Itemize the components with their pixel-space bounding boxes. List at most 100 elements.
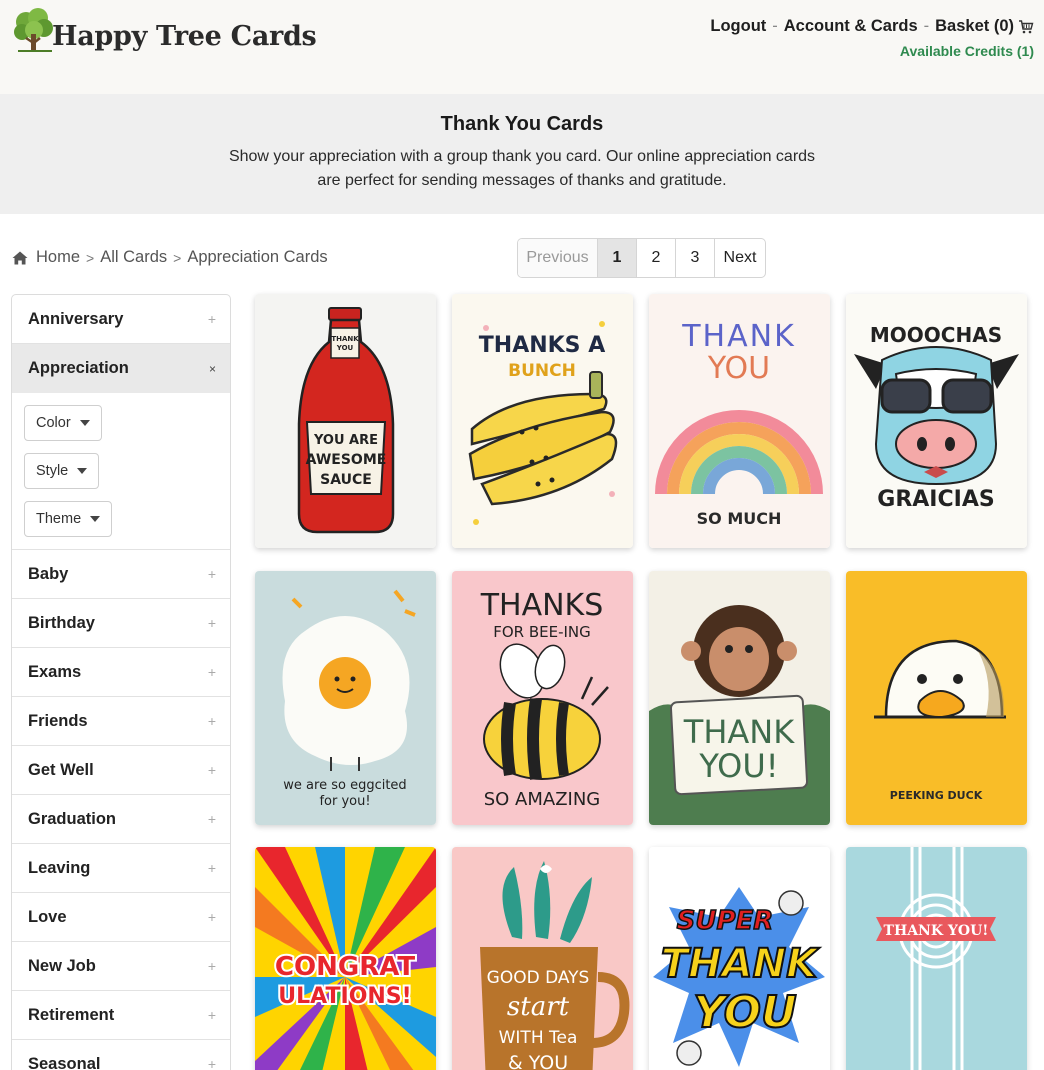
card-eggcited[interactable]: we are so eggcited for you!	[255, 571, 436, 825]
card-text: ULATIONS!	[278, 984, 411, 1009]
caret-down-icon	[77, 468, 88, 474]
breadcrumb-home[interactable]: Home	[36, 248, 80, 267]
sidebar-item-appreciation[interactable]: Appreciation ×	[12, 344, 230, 393]
card-text: & YOU	[508, 1052, 568, 1070]
expand-icon[interactable]: +	[208, 958, 216, 974]
pagination-page-2[interactable]: 2	[637, 239, 676, 277]
caret-down-icon	[79, 420, 90, 426]
card-illustration: THANK YOU YOU ARE AWESOME SAUCE	[255, 294, 436, 548]
sidebar-item-anniversary[interactable]: Anniversary +	[12, 295, 230, 344]
card-illustration: PEEKING DUCK	[846, 571, 1027, 825]
sidebar-item-label: Birthday	[28, 613, 95, 632]
sidebar-item-baby[interactable]: Baby +	[12, 550, 230, 599]
breadcrumb-all-cards[interactable]: All Cards	[100, 248, 167, 267]
sidebar-item-friends[interactable]: Friends +	[12, 697, 230, 746]
filter-label: Color	[36, 415, 71, 431]
basket-link[interactable]: Basket (0)	[935, 17, 1014, 36]
card-text: THANKS A	[479, 333, 605, 358]
sidebar-item-label: Friends	[28, 711, 88, 730]
sidebar-item-retirement[interactable]: Retirement +	[12, 991, 230, 1040]
sidebar-item-graduation[interactable]: Graduation +	[12, 795, 230, 844]
logo-text: Happy Tree Cards	[52, 21, 317, 52]
expand-icon[interactable]: +	[208, 713, 216, 729]
card-text: FOR BEE-ING	[493, 623, 591, 641]
chevron-right-icon: >	[173, 249, 182, 266]
sidebar-item-get-well[interactable]: Get Well +	[12, 746, 230, 795]
card-thanks-a-bunch[interactable]: THANKS A BUNCH	[452, 294, 633, 548]
card-text: THANK	[331, 335, 359, 343]
filter-style-dropdown[interactable]: Style	[24, 453, 100, 489]
sidebar-item-love[interactable]: Love +	[12, 893, 230, 942]
nav-separator: -	[923, 17, 930, 35]
expand-icon[interactable]: +	[208, 1056, 216, 1070]
card-text: AWESOME	[306, 452, 387, 468]
breadcrumb-current[interactable]: Appreciation Cards	[187, 248, 327, 267]
site-header: Happy Tree Cards Logout - Account & Card…	[0, 0, 1044, 94]
card-illustration: THANK YOU!	[649, 571, 830, 825]
card-text: YOU	[336, 344, 354, 352]
caret-down-icon	[90, 516, 101, 522]
expand-icon[interactable]: +	[208, 811, 216, 827]
card-moochas-graicias[interactable]: MOOOCHAS GRAICIAS	[846, 294, 1027, 548]
account-link[interactable]: Account & Cards	[784, 17, 918, 36]
card-illustration: CONGRAT ULATIONS!	[255, 847, 436, 1070]
sidebar-item-new-job[interactable]: New Job +	[12, 942, 230, 991]
page-description: Show your appreciation with a group than…	[228, 148, 816, 189]
expand-icon[interactable]: +	[208, 664, 216, 680]
sidebar-item-birthday[interactable]: Birthday +	[12, 599, 230, 648]
card-text: GOOD DAYS	[487, 968, 590, 988]
pagination-previous[interactable]: Previous	[518, 239, 598, 277]
card-awesome-sauce[interactable]: THANK YOU YOU ARE AWESOME SAUCE	[255, 294, 436, 548]
card-illustration: MOOOCHAS GRAICIAS	[846, 294, 1027, 548]
filter-color-dropdown[interactable]: Color	[24, 405, 102, 441]
sidebar-item-label: Retirement	[28, 1005, 115, 1024]
card-peeking-duck[interactable]: PEEKING DUCK	[846, 571, 1027, 825]
expand-icon[interactable]: +	[208, 909, 216, 925]
sidebar-item-exams[interactable]: Exams +	[12, 648, 230, 697]
collapse-icon[interactable]: ×	[209, 362, 216, 376]
card-thank-you-rainbow[interactable]: THANK YOU SO MUCH	[649, 294, 830, 548]
expand-icon[interactable]: +	[208, 311, 216, 327]
card-congratulations[interactable]: CONGRAT ULATIONS!	[255, 847, 436, 1070]
category-sidebar: Anniversary + Appreciation × Color Style…	[11, 294, 231, 1070]
card-text: YOU ARE	[313, 433, 378, 448]
sidebar-item-label: Leaving	[28, 858, 91, 877]
logo[interactable]: Happy Tree Cards	[12, 8, 317, 54]
card-text: CONGRAT	[275, 952, 415, 982]
available-credits-link[interactable]: Available Credits (1)	[900, 43, 1034, 59]
expand-icon[interactable]: +	[208, 762, 216, 778]
card-text: THANK	[661, 941, 820, 987]
card-super-thank-you[interactable]: SUPER THANK YOU	[649, 847, 830, 1070]
sidebar-item-label: Baby	[28, 564, 69, 583]
card-thank-you-banner[interactable]: THANK YOU!	[846, 847, 1027, 1070]
card-text: start	[507, 992, 570, 1022]
card-thank-you-monkey[interactable]: THANK YOU!	[649, 571, 830, 825]
expand-icon[interactable]: +	[208, 1007, 216, 1023]
card-illustration: THANK YOU!	[846, 847, 1027, 1070]
pagination-next[interactable]: Next	[715, 239, 765, 277]
filter-theme-dropdown[interactable]: Theme	[24, 501, 113, 537]
filter-panel: Color Style Theme	[12, 393, 230, 550]
card-text: for you!	[319, 794, 370, 809]
card-good-days-tea[interactable]: GOOD DAYS start WITH Tea & YOU	[452, 847, 633, 1070]
card-illustration: THANK YOU SO MUCH	[649, 294, 830, 548]
pagination-page-1[interactable]: 1	[598, 239, 637, 277]
card-illustration: we are so eggcited for you!	[255, 571, 436, 825]
sidebar-item-leaving[interactable]: Leaving +	[12, 844, 230, 893]
filter-label: Theme	[36, 511, 82, 527]
card-illustration: THANKS A BUNCH	[452, 294, 633, 548]
logout-link[interactable]: Logout	[710, 17, 766, 36]
card-text: YOU	[693, 987, 796, 1038]
expand-icon[interactable]: +	[208, 615, 216, 631]
sidebar-item-label: Love	[28, 907, 67, 926]
expand-icon[interactable]: +	[208, 860, 216, 876]
pagination-page-3[interactable]: 3	[676, 239, 715, 277]
card-thanks-for-bee-ing[interactable]: THANKS FOR BEE-ING SO AMAZING	[452, 571, 633, 825]
sidebar-item-label: Seasonal	[28, 1054, 101, 1070]
sidebar-item-label: New Job	[28, 956, 96, 975]
expand-icon[interactable]: +	[208, 566, 216, 582]
sidebar-item-seasonal[interactable]: Seasonal +	[12, 1040, 230, 1070]
sidebar-item-label: Graduation	[28, 809, 117, 828]
tree-logo-icon	[14, 8, 53, 52]
cart-icon[interactable]	[1018, 19, 1034, 35]
